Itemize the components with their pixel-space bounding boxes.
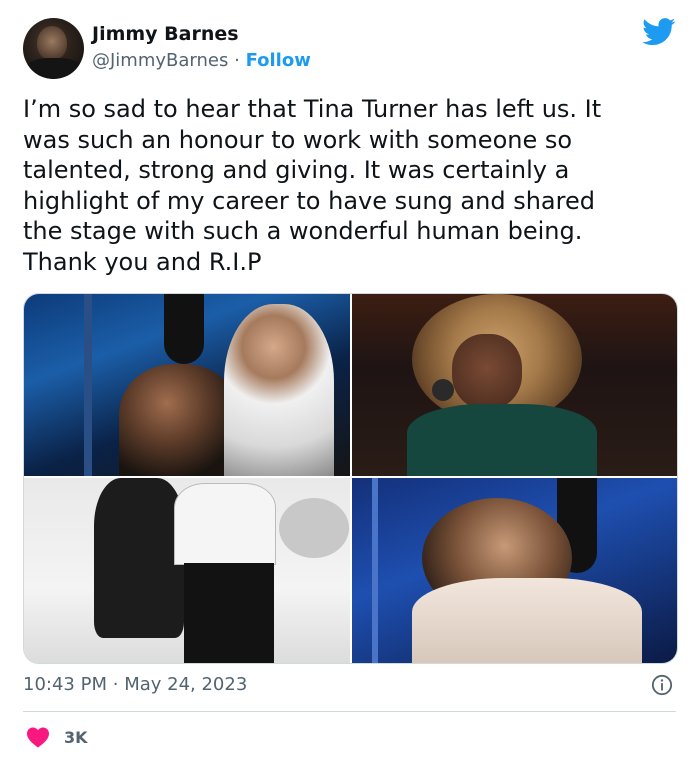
media-grid [23,293,678,664]
avatar-shoulders [25,58,83,79]
tweet-date[interactable]: May 24, 2023 [124,674,247,695]
timestamp-separator: · [112,674,119,695]
tweet-text: I’m so sad to hear that Tina Turner has … [23,95,602,276]
info-icon[interactable] [651,674,673,696]
tweet-time[interactable]: 10:43 PM [23,674,107,695]
follow-button[interactable]: Follow [246,50,311,71]
dancing-photo[interactable] [24,478,350,663]
heart-icon[interactable] [26,726,50,748]
avatar-face [37,26,67,60]
avatar[interactable] [23,18,84,79]
divider [23,711,676,712]
author-handle-row: @JimmyBarnes · Follow [92,50,311,71]
author-name[interactable]: Jimmy Barnes [92,23,239,45]
like-count: 3K [64,727,88,747]
singer-microphone-photo[interactable] [352,294,677,476]
author-handle[interactable]: @JimmyBarnes [92,50,228,71]
handle-separator: · [234,50,240,71]
hug-photo[interactable] [352,478,677,663]
studio-duet-photo[interactable] [24,294,350,476]
like-button[interactable]: 3K [26,724,88,750]
twitter-bird-icon[interactable] [642,18,676,46]
timestamp-row: 10:43 PM · May 24, 2023 [23,674,247,695]
